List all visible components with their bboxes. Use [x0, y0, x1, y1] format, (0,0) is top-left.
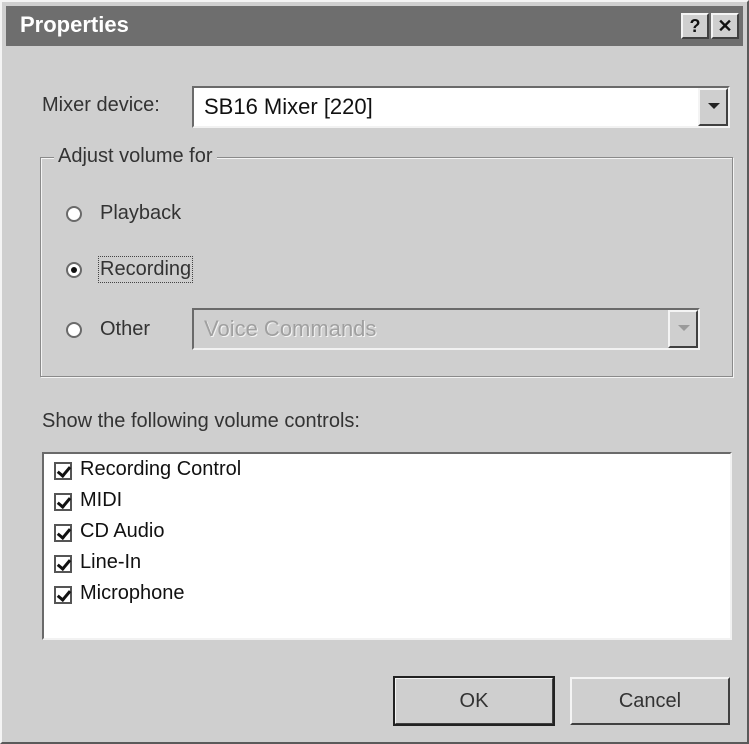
list-item-label: Microphone: [80, 582, 185, 604]
checkbox[interactable]: [54, 586, 72, 604]
other-device-value: Voice Commands: [204, 316, 377, 341]
radio-recording-label[interactable]: Recording: [97, 256, 194, 283]
list-item-label: Recording Control: [80, 458, 242, 480]
title-bar[interactable]: Properties ? ✕: [6, 6, 743, 46]
other-device-select: Voice Commands: [192, 308, 700, 350]
list-item-label: MIDI: [80, 489, 123, 511]
mixer-device-value: SB16 Mixer [220]: [204, 94, 373, 119]
checkbox[interactable]: [54, 555, 72, 573]
properties-dialog: Properties ? ✕ Mixer device: SB16 Mixer …: [0, 0, 749, 744]
check-icon: [56, 586, 72, 603]
window-title: Properties: [20, 12, 129, 37]
radio-playback-label[interactable]: Playback: [100, 202, 181, 225]
radio-playback[interactable]: [66, 206, 82, 222]
check-icon: [56, 524, 72, 541]
adjust-volume-label: Adjust volume for: [54, 145, 217, 168]
check-icon: [56, 493, 72, 510]
radio-other-label[interactable]: Other: [100, 318, 150, 341]
list-item-label: Line-In: [80, 551, 142, 573]
check-icon: [56, 555, 72, 572]
ok-button[interactable]: OK: [393, 676, 555, 726]
cancel-button[interactable]: Cancel: [570, 677, 730, 725]
check-icon: [56, 462, 72, 479]
mixer-device-label: Mixer device:: [42, 94, 160, 116]
list-item-label: CD Audio: [80, 520, 165, 542]
volume-controls-list[interactable]: Recording Control MIDI CD Audio Line-In …: [42, 452, 732, 640]
mixer-device-select[interactable]: SB16 Mixer [220]: [192, 86, 730, 128]
checkbox[interactable]: [54, 524, 72, 542]
radio-other[interactable]: [66, 322, 82, 338]
close-button[interactable]: ✕: [711, 13, 739, 39]
chevron-down-icon: [668, 310, 698, 348]
volume-controls-label: Show the following volume controls:: [42, 410, 360, 432]
checkbox[interactable]: [54, 493, 72, 511]
radio-recording[interactable]: [66, 262, 82, 278]
help-button[interactable]: ?: [681, 13, 709, 39]
chevron-down-icon[interactable]: [698, 88, 728, 126]
checkbox[interactable]: [54, 462, 72, 480]
